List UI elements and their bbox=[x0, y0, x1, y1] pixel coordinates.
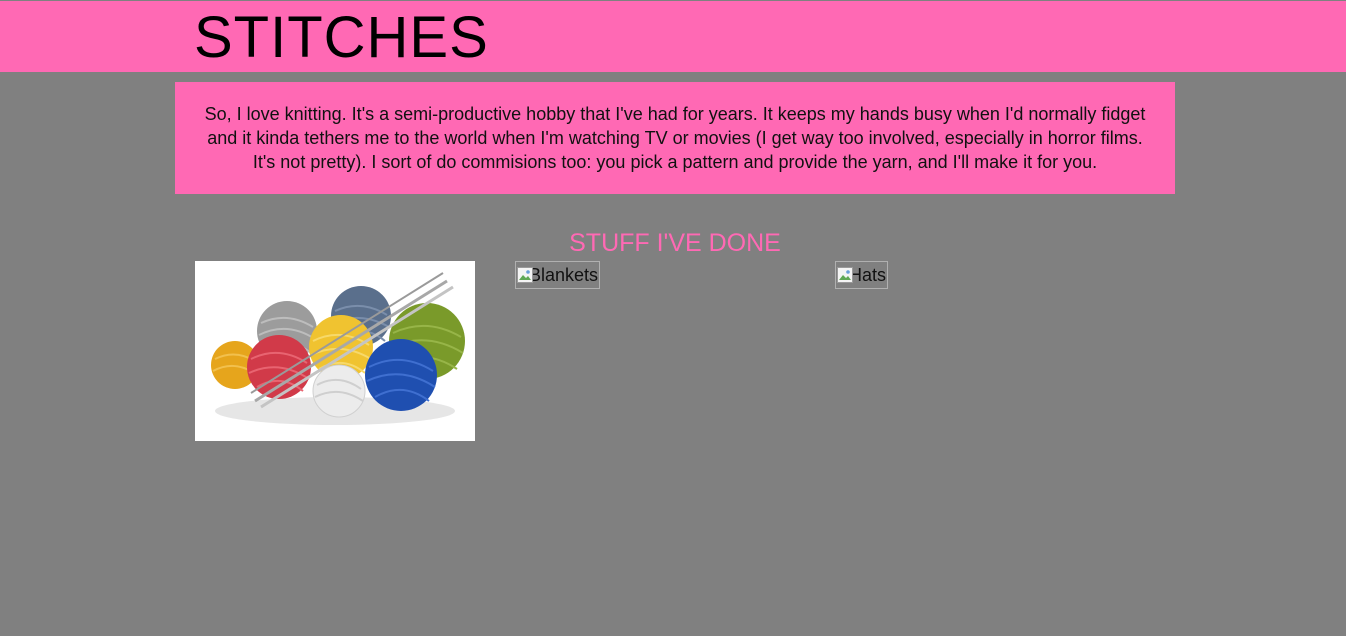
hats-alt-text: Hats bbox=[849, 265, 887, 285]
site-header: STITCHES bbox=[0, 1, 1346, 72]
blankets-alt-text: Blankets bbox=[529, 265, 599, 285]
hats-image: Hats bbox=[835, 261, 889, 289]
broken-image-icon bbox=[517, 267, 533, 283]
blankets-image: Blankets bbox=[515, 261, 601, 289]
yarn-illustration bbox=[195, 261, 475, 441]
gallery-heading: STUFF I'VE DONE bbox=[569, 229, 781, 257]
broken-image-icon bbox=[837, 267, 853, 283]
intro-text: So, I love knitting. It's a semi-product… bbox=[204, 104, 1146, 172]
yarn-photo bbox=[195, 261, 475, 441]
site-title: STITCHES bbox=[194, 5, 489, 70]
intro-box: So, I love knitting. It's a semi-product… bbox=[175, 82, 1175, 194]
